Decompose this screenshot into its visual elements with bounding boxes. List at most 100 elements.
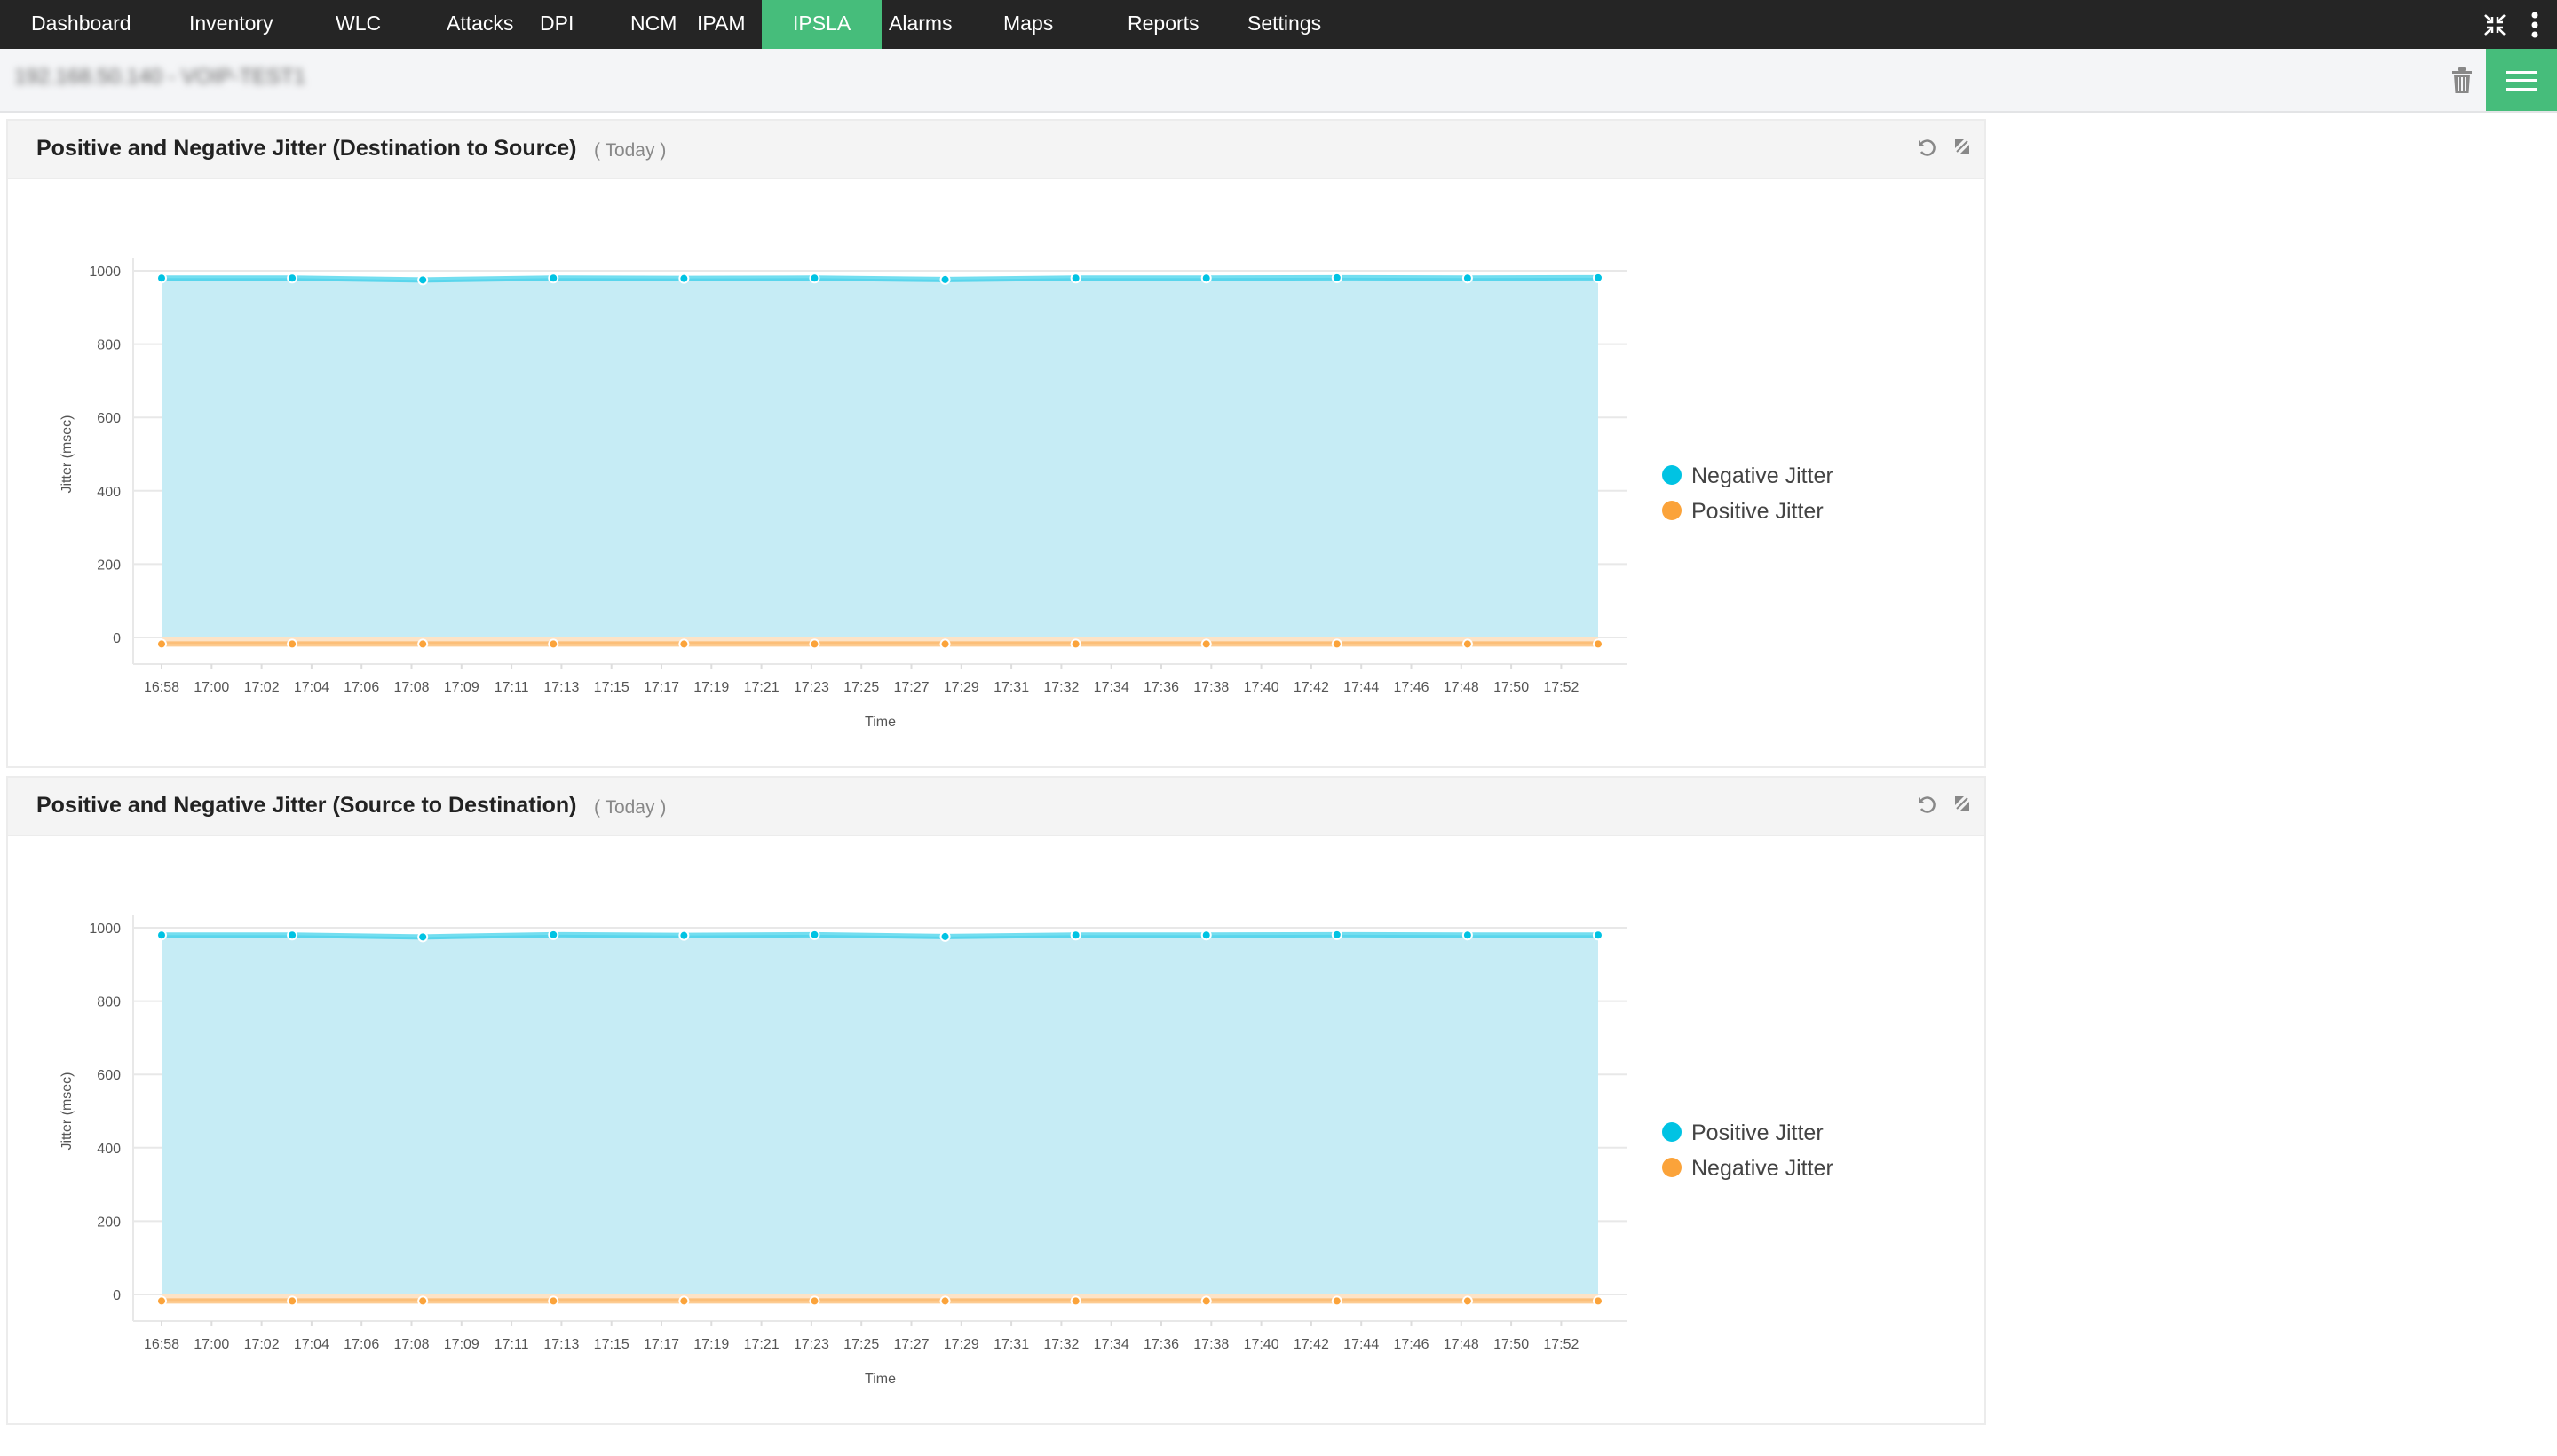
data-point[interactable]: [1200, 930, 1212, 941]
data-point[interactable]: [1593, 930, 1603, 941]
data-point[interactable]: [156, 930, 167, 941]
y-axis-title: Jitter (msec): [59, 1072, 75, 1151]
data-point[interactable]: [1331, 272, 1342, 283]
data-point[interactable]: [1461, 273, 1473, 284]
nav-item-settings[interactable]: Settings: [1216, 0, 1352, 49]
data-point[interactable]: [1070, 638, 1081, 650]
y-tick-label: 200: [97, 1215, 121, 1230]
x-tick-label: 17:38: [1193, 1337, 1229, 1352]
data-point[interactable]: [809, 638, 820, 650]
x-tick-label: 17:32: [1043, 1337, 1079, 1352]
data-point[interactable]: [678, 638, 690, 650]
data-point[interactable]: [809, 929, 820, 940]
nav-item-dpi[interactable]: DPI: [509, 0, 605, 49]
x-tick-label: 17:04: [294, 680, 329, 695]
data-point[interactable]: [548, 273, 559, 284]
x-tick-label: 17:06: [344, 680, 379, 695]
x-tick-label: 17:11: [495, 680, 529, 695]
data-point[interactable]: [1070, 273, 1081, 284]
nav-item-inventory[interactable]: Inventory: [158, 0, 305, 49]
x-tick-label: 17:00: [194, 1337, 229, 1352]
data-point[interactable]: [1331, 929, 1342, 940]
data-point[interactable]: [939, 930, 951, 942]
x-tick-label: 17:29: [944, 1337, 979, 1352]
x-tick-label: 16:58: [144, 1337, 179, 1352]
data-point[interactable]: [287, 930, 298, 941]
nav-item-wlc[interactable]: WLC: [305, 0, 412, 49]
x-tick-label: 17:15: [594, 680, 629, 695]
data-point[interactable]: [678, 273, 690, 284]
data-point[interactable]: [1593, 638, 1603, 650]
nav-item-alarms[interactable]: Alarms: [858, 0, 984, 49]
x-tick-label: 17:36: [1144, 1337, 1179, 1352]
data-point[interactable]: [156, 638, 167, 650]
data-point[interactable]: [1070, 1295, 1081, 1307]
x-tick-label: 17:38: [1193, 680, 1229, 695]
legend-marker: [1662, 1122, 1682, 1142]
legend-label[interactable]: Negative Jitter: [1691, 1156, 1833, 1181]
data-point[interactable]: [1461, 638, 1473, 650]
data-point[interactable]: [548, 638, 559, 650]
nav-item-ipam[interactable]: IPAM: [666, 0, 777, 49]
data-point[interactable]: [678, 1295, 690, 1307]
x-tick-label: 17:48: [1444, 1337, 1479, 1352]
x-tick-label: 17:50: [1493, 1337, 1529, 1352]
legend-label[interactable]: Positive Jitter: [1691, 1120, 1824, 1145]
data-point[interactable]: [287, 638, 298, 650]
data-point[interactable]: [1200, 1295, 1212, 1307]
menu-icon[interactable]: [2486, 49, 2557, 111]
x-tick-label: 17:15: [594, 1337, 629, 1352]
x-tick-label: 17:21: [744, 1337, 780, 1352]
data-point[interactable]: [939, 638, 951, 650]
collapse-icon[interactable]: [2477, 0, 2513, 49]
y-tick-label: 600: [97, 411, 121, 426]
more-vertical-icon[interactable]: [2521, 0, 2548, 49]
data-point[interactable]: [678, 930, 690, 941]
data-point[interactable]: [1070, 930, 1081, 941]
data-point[interactable]: [1593, 272, 1603, 283]
legend-label[interactable]: Negative Jitter: [1691, 463, 1833, 488]
data-point[interactable]: [1461, 930, 1473, 941]
data-point[interactable]: [548, 929, 559, 940]
data-point[interactable]: [156, 273, 167, 284]
data-point[interactable]: [1331, 1295, 1342, 1307]
x-axis-title: Time: [865, 715, 896, 730]
legend-marker: [1662, 1158, 1682, 1177]
x-tick-label: 17:48: [1444, 680, 1479, 695]
nav-item-dashboard[interactable]: Dashboard: [0, 0, 162, 49]
data-point[interactable]: [939, 273, 951, 285]
x-tick-label: 17:13: [543, 1337, 579, 1352]
jitter-panel-dest-to-source: Positive and Negative Jitter (Destinatio…: [6, 119, 1986, 768]
data-point[interactable]: [1200, 638, 1212, 650]
data-point[interactable]: [417, 931, 429, 943]
data-point[interactable]: [548, 1295, 559, 1307]
x-tick-label: 17:31: [994, 680, 1029, 695]
data-point[interactable]: [939, 1295, 951, 1307]
y-tick-label: 800: [97, 995, 121, 1010]
data-point[interactable]: [1200, 273, 1212, 284]
legend-label[interactable]: Positive Jitter: [1691, 499, 1824, 524]
data-point[interactable]: [417, 1295, 429, 1307]
data-point[interactable]: [287, 273, 298, 284]
data-point[interactable]: [287, 1295, 298, 1307]
data-point[interactable]: [417, 638, 429, 650]
data-point[interactable]: [1461, 1295, 1473, 1307]
trash-icon[interactable]: [2450, 67, 2474, 99]
x-axis-title: Time: [865, 1372, 896, 1387]
data-point[interactable]: [1593, 1295, 1603, 1307]
data-point[interactable]: [417, 274, 429, 286]
jitter-chart: 0 200 400 600 800 1000 16:58 17:00 17:02 17:04 17:…: [59, 915, 1833, 1387]
x-tick-label: 17:17: [644, 680, 679, 695]
data-point[interactable]: [809, 273, 820, 284]
x-tick-label: 17:40: [1244, 680, 1279, 695]
y-tick-label: 400: [97, 485, 121, 500]
x-tick-label: 17:36: [1144, 680, 1179, 695]
x-tick-label: 17:44: [1343, 1337, 1379, 1352]
data-point[interactable]: [156, 1295, 167, 1307]
nav-item-reports[interactable]: Reports: [1096, 0, 1231, 49]
x-tick-label: 17:06: [344, 1337, 379, 1352]
nav-item-maps[interactable]: Maps: [972, 0, 1084, 49]
data-point[interactable]: [809, 1295, 820, 1307]
data-point[interactable]: [1331, 638, 1342, 650]
x-tick-label: 17:09: [444, 680, 479, 695]
